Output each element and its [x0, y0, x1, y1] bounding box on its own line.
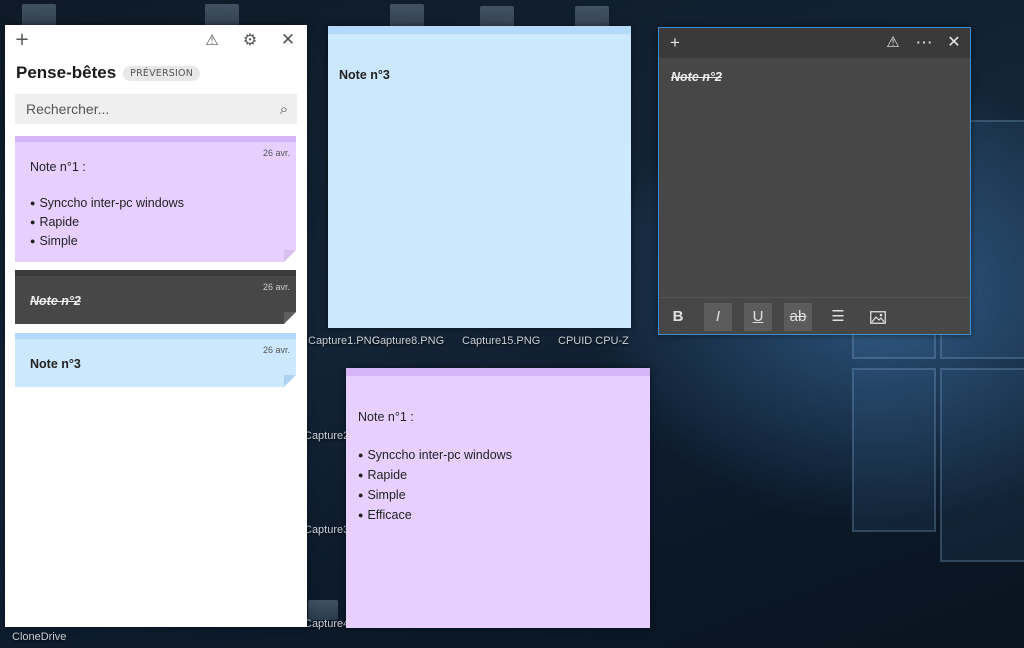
strikethrough-button[interactable]: ab — [784, 303, 812, 331]
search-box: ⌕ — [15, 94, 297, 124]
windows-logo-pane — [940, 368, 1024, 562]
page-fold-corner — [284, 250, 296, 262]
note-title: Note n°1 : — [30, 160, 86, 174]
search-icon[interactable]: ⌕ — [271, 100, 297, 118]
note-drag-bar[interactable] — [328, 26, 631, 34]
page-fold-corner — [284, 375, 296, 387]
list-item: Simple — [358, 486, 512, 506]
plus-icon[interactable]: + — [664, 32, 686, 54]
sticky-notes-list-panel: + ⚠ ⚙ ✕ Pense-bêtes PRÉVERSION ⌕ 26 avr.… — [5, 25, 307, 627]
bullet-list-icon[interactable]: ☰ — [824, 303, 852, 331]
italic-button[interactable]: I — [704, 303, 732, 331]
panel-title-bar: + ⚠ ⚙ ✕ — [5, 25, 307, 55]
note-drag-bar[interactable] — [346, 368, 650, 376]
note-color-bar — [15, 270, 296, 276]
note-title: Note n°2 — [30, 294, 81, 308]
desktop-label-cpuz[interactable]: CPUID CPU-Z — [558, 335, 629, 347]
note-bullet-list: Synccho inter-pc windows Rapide Simple — [30, 194, 184, 251]
note-bullet-list: Synccho inter-pc windows Rapide Simple E… — [358, 446, 512, 526]
note-card-1[interactable]: 26 avr. Note n°1 : Synccho inter-pc wind… — [15, 136, 296, 262]
desktop-label-capture15[interactable]: Capture15.PNG — [462, 335, 540, 347]
close-icon[interactable]: ✕ — [943, 32, 965, 54]
panel-header: Pense-bêtes PRÉVERSION — [16, 61, 201, 85]
desktop-file-icon[interactable] — [308, 600, 338, 620]
page-title: Pense-bêtes — [16, 63, 117, 82]
list-item: Rapide — [358, 466, 512, 486]
note-title[interactable]: Note n°2 — [671, 70, 722, 84]
sticky-note-dark-active[interactable]: + ⚠ ⋯ ✕ Note n°2 B I U ab ☰ — [658, 27, 971, 335]
note-card-2[interactable]: 26 avr. Note n°2 — [15, 270, 296, 324]
note-title: Note n°1 : — [358, 410, 414, 424]
close-icon[interactable]: ✕ — [277, 29, 299, 51]
list-item: Synccho inter-pc windows — [358, 446, 512, 466]
desktop-label-clonedrive[interactable]: CloneDrive — [12, 631, 66, 643]
image-icon[interactable] — [864, 303, 892, 331]
preview-badge: PRÉVERSION — [123, 65, 201, 81]
desktop-label-capture1[interactable]: Capture1.PNG — [308, 335, 380, 347]
warning-icon[interactable]: ⚠ — [201, 29, 223, 51]
format-toolbar: B I U ab ☰ — [659, 297, 970, 334]
note-card-3[interactable]: 26 avr. Note n°3 — [15, 333, 296, 387]
sticky-note-purple[interactable]: Note n°1 : Synccho inter-pc windows Rapi… — [346, 368, 650, 628]
plus-icon[interactable]: + — [11, 29, 33, 51]
list-item: Efficace — [358, 506, 512, 526]
note-date: 26 avr. — [262, 345, 290, 355]
sticky-note-blue[interactable]: Note n°3 — [328, 26, 631, 328]
more-icon[interactable]: ⋯ — [913, 32, 935, 54]
bold-button[interactable]: B — [664, 303, 692, 331]
note-color-bar — [15, 136, 296, 142]
note-preview: Note n°1 : Synccho inter-pc windows Rapi… — [30, 158, 184, 251]
list-item: Simple — [30, 232, 184, 251]
search-input[interactable] — [15, 100, 271, 118]
gear-icon[interactable]: ⚙ — [239, 29, 261, 51]
list-item: Rapide — [30, 213, 184, 232]
note-title[interactable]: Note n°3 — [339, 68, 390, 82]
desktop-label-capture8[interactable]: Capture8.PNG — [372, 335, 444, 347]
note-title: Note n°3 — [30, 357, 81, 371]
warning-icon[interactable]: ⚠ — [882, 32, 904, 54]
note-body[interactable]: Note n°1 : Synccho inter-pc windows Rapi… — [358, 408, 512, 526]
windows-logo-pane — [852, 368, 936, 532]
note-title-bar[interactable]: + ⚠ ⋯ ✕ — [659, 28, 970, 58]
note-date: 26 avr. — [262, 148, 290, 158]
underline-button[interactable]: U — [744, 303, 772, 331]
note-color-bar — [15, 333, 296, 339]
list-item: Synccho inter-pc windows — [30, 194, 184, 213]
page-fold-corner — [284, 312, 296, 324]
note-date: 26 avr. — [262, 282, 290, 292]
